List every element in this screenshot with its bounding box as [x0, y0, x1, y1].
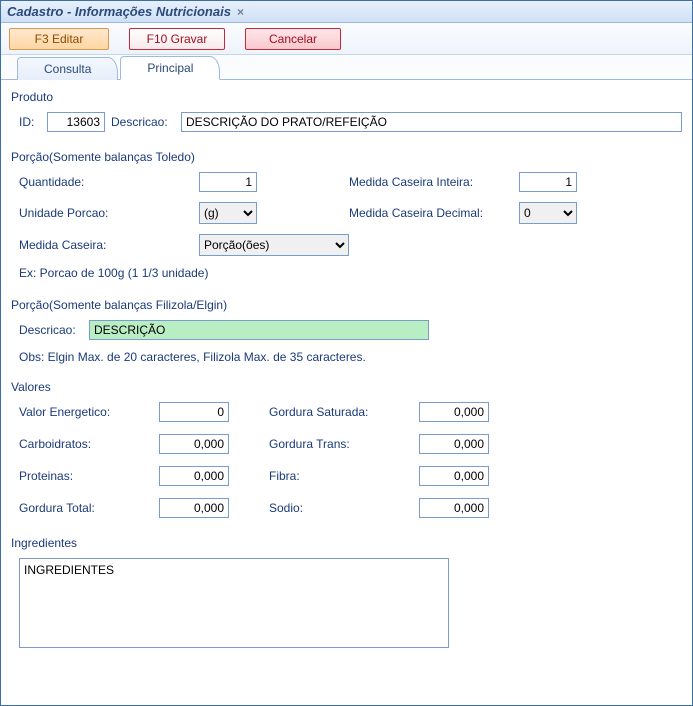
grid-porcao-toledo: Quantidade: Medida Caseira Inteira: Unid…: [11, 172, 682, 256]
section-porcao-toledo: Porção(Somente balanças Toledo): [11, 150, 682, 164]
ingredientes-field[interactable]: [19, 558, 449, 648]
carboidratos-label: Carboidratos:: [19, 437, 159, 451]
unidade-label: Unidade Porcao:: [19, 206, 199, 220]
descricao-label: Descricao:: [111, 115, 181, 129]
content-pane: Produto ID: Descricao: Porção(Somente ba…: [1, 79, 692, 705]
valor-energetico-label: Valor Energetico:: [19, 405, 159, 419]
medida-decimal-select[interactable]: 0: [519, 202, 577, 224]
medida-inteira-field[interactable]: [519, 172, 577, 192]
obs-text: Obs: Elgin Max. de 20 caracteres, Filizo…: [11, 350, 682, 364]
fibra-field[interactable]: [419, 466, 489, 486]
row-ingredientes: [11, 558, 682, 651]
edit-button[interactable]: F3 Editar: [9, 28, 109, 50]
carboidratos-field[interactable]: [159, 434, 229, 454]
sodio-label: Sodio:: [269, 501, 419, 515]
gordura-saturada-label: Gordura Saturada:: [269, 405, 419, 419]
gordura-total-field[interactable]: [159, 498, 229, 518]
grid-valores: Valor Energetico: Gordura Saturada: Carb…: [11, 402, 682, 518]
quantidade-label: Quantidade:: [19, 175, 199, 189]
medida-caseira-label: Medida Caseira:: [19, 238, 199, 252]
section-valores: Valores: [11, 380, 682, 394]
row-filizola-desc: Descricao:: [11, 320, 682, 340]
fibra-label: Fibra:: [269, 469, 419, 483]
row-produto: ID: Descricao:: [11, 112, 682, 132]
save-button[interactable]: F10 Gravar: [129, 28, 225, 50]
proteinas-label: Proteinas:: [19, 469, 159, 483]
filizola-descricao-label: Descricao:: [19, 323, 89, 337]
ex-text: Ex: Porcao de 100g (1 1/3 unidade): [11, 266, 682, 280]
gordura-saturada-field[interactable]: [419, 402, 489, 422]
gordura-trans-field[interactable]: [419, 434, 489, 454]
section-produto: Produto: [11, 90, 682, 104]
medida-caseira-select[interactable]: Porção(ões): [199, 234, 349, 256]
cancel-button[interactable]: Cancelar: [245, 28, 341, 50]
valor-energetico-field[interactable]: [159, 402, 229, 422]
medida-decimal-label: Medida Caseira Decimal:: [349, 206, 519, 220]
filizola-descricao-field[interactable]: [89, 320, 429, 340]
unidade-porcao-select[interactable]: (g): [199, 202, 257, 224]
tab-principal[interactable]: Principal: [120, 56, 220, 80]
section-porcao-filizola: Porção(Somente balanças Filizola/Elgin): [11, 298, 682, 312]
gordura-total-label: Gordura Total:: [19, 501, 159, 515]
quantidade-field[interactable]: [199, 172, 257, 192]
sodio-field[interactable]: [419, 498, 489, 518]
tab-consulta[interactable]: Consulta: [17, 57, 118, 80]
medida-inteira-label: Medida Caseira Inteira:: [349, 175, 519, 189]
id-field[interactable]: [47, 112, 105, 132]
close-icon[interactable]: ×: [237, 5, 244, 19]
gordura-trans-label: Gordura Trans:: [269, 437, 419, 451]
id-label: ID:: [19, 115, 47, 129]
descricao-field[interactable]: [181, 112, 682, 132]
window-title: Cadastro - Informações Nutricionais: [7, 4, 231, 19]
section-ingredientes: Ingredientes: [11, 536, 682, 550]
titlebar: Cadastro - Informações Nutricionais ×: [1, 1, 692, 23]
window: Cadastro - Informações Nutricionais × F3…: [0, 0, 693, 706]
toolbar: F3 Editar F10 Gravar Cancelar: [1, 23, 692, 55]
tab-strip: Consulta Principal: [1, 55, 692, 79]
proteinas-field[interactable]: [159, 466, 229, 486]
